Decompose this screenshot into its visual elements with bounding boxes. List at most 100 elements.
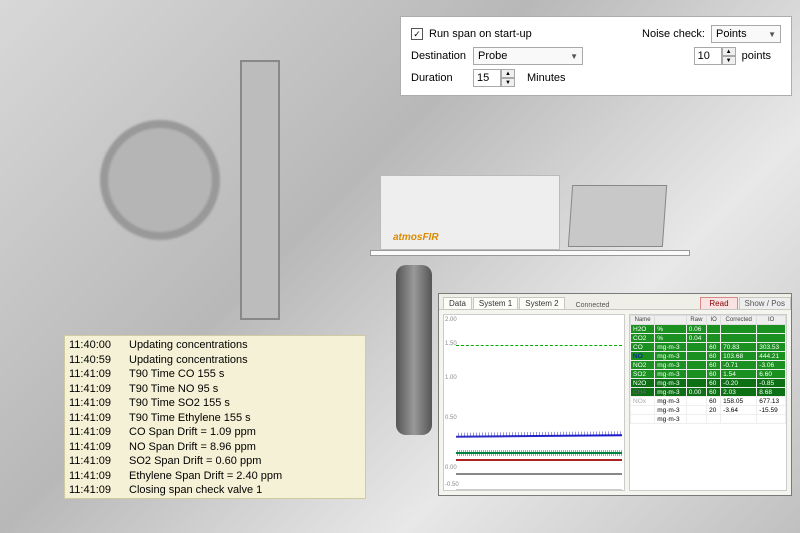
- noise-check-select[interactable]: Points ▼: [711, 25, 781, 43]
- duration-unit: Minutes: [527, 72, 566, 84]
- ytick: 2.00: [445, 317, 457, 323]
- destination-label: Destination: [411, 50, 467, 62]
- read-button[interactable]: Read: [700, 297, 737, 309]
- table-cell: mg·m-3: [655, 406, 687, 415]
- table-cell: mg·m-3: [655, 370, 687, 379]
- tab-system2[interactable]: System 2: [519, 297, 564, 309]
- table-row[interactable]: NO2mg·m-360-0.71-3.06: [631, 361, 786, 370]
- table-cell: 60: [707, 388, 721, 397]
- run-span-checkbox[interactable]: ✓: [411, 28, 423, 40]
- tab-show-pos[interactable]: Show / Pos: [739, 297, 791, 309]
- tab-system1[interactable]: System 1: [473, 297, 518, 309]
- table-cell: -0.20: [721, 379, 757, 388]
- table-cell: NO2: [631, 361, 655, 370]
- ytick: 1.50: [445, 341, 457, 347]
- ytick: 1.00: [445, 375, 457, 381]
- table-cell: [721, 415, 757, 424]
- chart-tabbar: Data System 1 System 2 Connected Read Sh…: [439, 294, 791, 310]
- table-cell: 60: [707, 379, 721, 388]
- table-cell: NO: [631, 352, 655, 361]
- grid-header[interactable]: IO: [757, 316, 786, 325]
- stepper-up-icon[interactable]: ▲: [722, 47, 736, 56]
- grid-header[interactable]: [655, 316, 687, 325]
- table-cell: [686, 361, 706, 370]
- data-grid[interactable]: NameRawIOCorrectedIO H2O%0.06CO2%0.04COm…: [629, 314, 787, 491]
- table-cell: 60: [707, 370, 721, 379]
- table-cell: 6.60: [757, 370, 786, 379]
- table-cell: 1.54: [721, 370, 757, 379]
- table-cell: mg·m-3: [655, 415, 687, 424]
- table-cell: [757, 334, 786, 343]
- log-message: Updating concentrations: [129, 338, 248, 353]
- noise-points-stepper[interactable]: 10 ▲ ▼: [694, 47, 736, 65]
- table-cell: 60: [707, 397, 721, 406]
- log-time: 11:41:09: [69, 454, 115, 469]
- log-time: 11:41:09: [69, 440, 115, 455]
- table-cell: N2O: [631, 379, 655, 388]
- log-message: NO Span Drift = 8.96 ppm: [129, 440, 256, 455]
- table-cell: 2.03: [721, 388, 757, 397]
- stepper-down-icon[interactable]: ▼: [722, 56, 736, 65]
- log-row: 11:41:09 SO2 Span Drift = 0.60 ppm: [69, 454, 361, 469]
- table-cell: 70.83: [721, 343, 757, 352]
- bg-gas-cylinder: [396, 265, 432, 435]
- chart-window: Data System 1 System 2 Connected Read Sh…: [438, 293, 792, 496]
- table-row[interactable]: N2Omg·m-360-0.20-0.85: [631, 379, 786, 388]
- chevron-down-icon: ▼: [570, 52, 578, 61]
- table-cell: 60: [707, 361, 721, 370]
- line-chart: 2.00 1.50 1.00 0.50 0.00 -0.50: [443, 314, 625, 491]
- table-cell: [721, 325, 757, 334]
- table-cell: -0.85: [757, 379, 786, 388]
- log-row: 11:41:09CO Span Drift = 1.09 ppm: [69, 425, 361, 440]
- grid-header[interactable]: IO: [707, 316, 721, 325]
- destination-select[interactable]: Probe ▼: [473, 47, 583, 65]
- noise-check-label: Noise check:: [642, 28, 705, 40]
- bg-decor: [100, 120, 220, 240]
- table-row[interactable]: CH4mg·m-30.00602.038.68: [631, 388, 786, 397]
- table-cell: 303.53: [757, 343, 786, 352]
- bg-laptop: [568, 185, 667, 247]
- table-cell: %: [655, 334, 687, 343]
- table-cell: SO2: [631, 370, 655, 379]
- chevron-down-icon: ▼: [768, 30, 776, 39]
- log-time: 11:41:09: [69, 483, 115, 498]
- grid-header[interactable]: Corrected: [721, 316, 757, 325]
- grid-header[interactable]: Name: [631, 316, 655, 325]
- log-message: CO Span Drift = 1.09 ppm: [129, 425, 256, 440]
- table-cell: NOx: [631, 397, 655, 406]
- log-row: 11:40:00 Updating concentrations: [69, 338, 361, 353]
- table-row[interactable]: mg·m-320-3.64-15.59: [631, 406, 786, 415]
- table-row[interactable]: NOmg·m-360103.68444.21: [631, 352, 786, 361]
- series-red: [456, 459, 622, 461]
- table-cell: -3.64: [721, 406, 757, 415]
- noise-points-value: 10: [694, 47, 722, 65]
- table-cell: mg·m-3: [655, 352, 687, 361]
- log-time: 11:40:00: [69, 338, 115, 353]
- duration-stepper[interactable]: 15 ▲ ▼: [473, 69, 515, 87]
- table-row[interactable]: SO2mg·m-3 601.546.60: [631, 370, 786, 379]
- table-row[interactable]: COmg·m-36070.83303.53: [631, 343, 786, 352]
- x-axis: [456, 489, 622, 490]
- bg-analyzer-box: [380, 175, 560, 250]
- table-cell: [631, 415, 655, 424]
- reference-line: [456, 345, 622, 346]
- table-row[interactable]: CO2%0.04: [631, 334, 786, 343]
- log-time: 11:40:59: [69, 353, 115, 368]
- tab-data[interactable]: Data: [443, 297, 472, 309]
- table-cell: %: [655, 325, 687, 334]
- table-row[interactable]: mg·m-3: [631, 415, 786, 424]
- table-cell: [686, 370, 706, 379]
- grid-header[interactable]: Raw: [686, 316, 706, 325]
- duration-value: 15: [473, 69, 501, 87]
- event-log-panel: 11:40:00 Updating concentrations11:40:59 U…: [64, 335, 366, 499]
- stepper-up-icon[interactable]: ▲: [501, 69, 515, 78]
- log-message: SO2 Span Drift = 0.60 ppm: [129, 454, 261, 469]
- table-row[interactable]: H2O%0.06: [631, 325, 786, 334]
- stepper-down-icon[interactable]: ▼: [501, 78, 515, 87]
- table-cell: [757, 325, 786, 334]
- table-row[interactable]: NOxmg·m-360158.05677.13: [631, 397, 786, 406]
- table-cell: -0.71: [721, 361, 757, 370]
- log-message: T90 Time NO 95 s: [129, 382, 218, 397]
- table-cell: mg·m-3: [655, 397, 687, 406]
- table-cell: [707, 415, 721, 424]
